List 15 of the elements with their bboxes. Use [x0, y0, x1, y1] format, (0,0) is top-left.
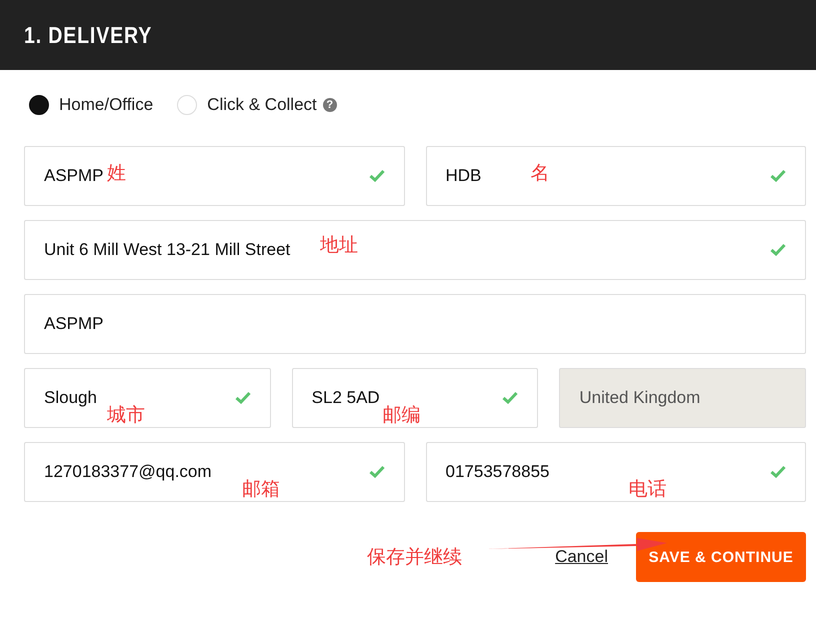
annotation-text: 地址: [320, 234, 358, 258]
annotation-text: 邮编: [382, 404, 421, 428]
radio-button[interactable]: [29, 95, 49, 115]
annotation-text: 名: [530, 162, 550, 186]
radio-label[interactable]: Click & Collect: [207, 95, 317, 115]
annotation-text: 保存并继续: [367, 546, 462, 570]
section-title: 1. DELIVERY: [24, 22, 152, 48]
help-icon[interactable]: ?: [322, 98, 337, 112]
annotation-text: 邮箱: [242, 478, 280, 502]
input-field[interactable]: ASPMP: [24, 294, 806, 354]
annotation-text: 姓: [107, 162, 126, 186]
annotation-text: 电话: [628, 478, 666, 502]
annotation-text: 城市: [107, 404, 145, 428]
radio-label[interactable]: Home/Office: [59, 95, 154, 115]
cancel-link[interactable]: Cancel: [555, 547, 608, 567]
